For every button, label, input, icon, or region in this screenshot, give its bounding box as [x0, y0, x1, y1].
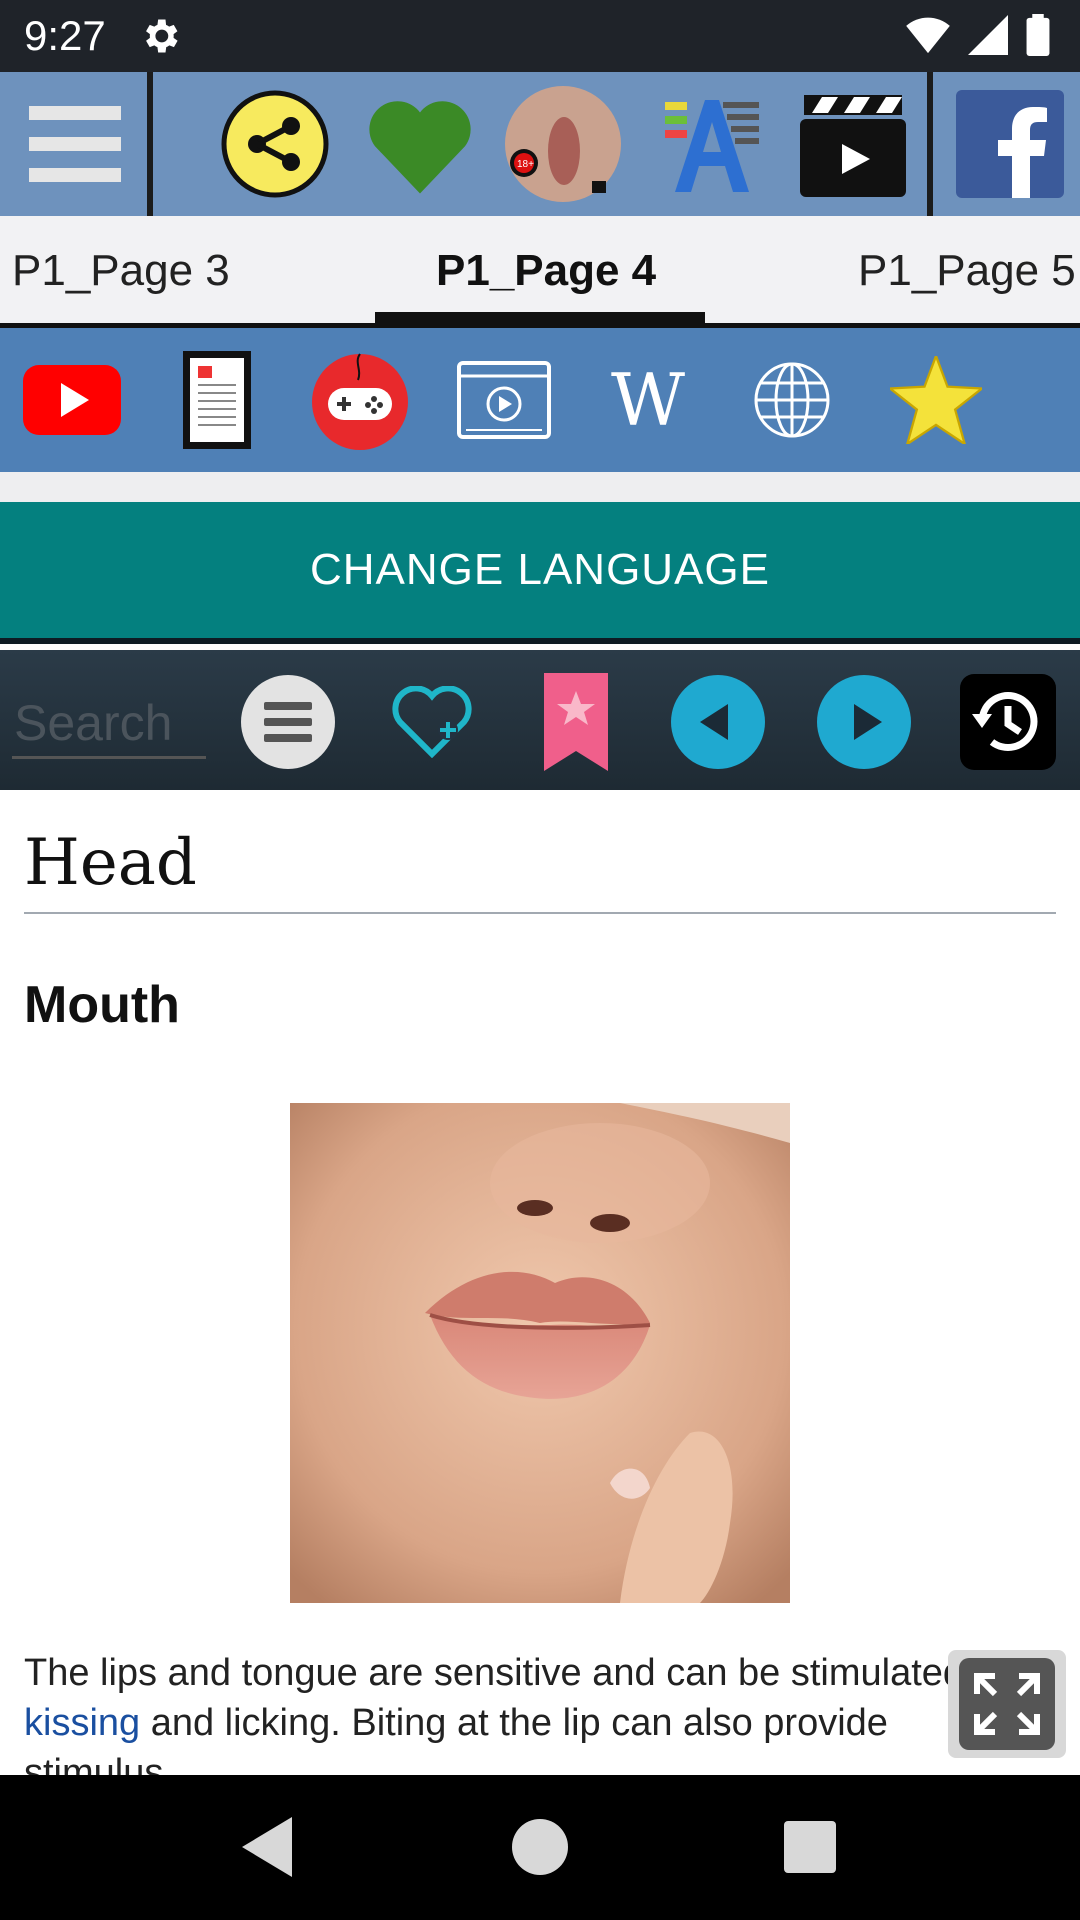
bookmark-button[interactable]: [528, 673, 624, 771]
fullscreen-button[interactable]: [948, 1650, 1066, 1758]
toolbar-divider: [927, 72, 933, 216]
video-player-icon: [457, 361, 551, 439]
menu-icon: [29, 106, 121, 182]
back-icon[interactable]: [232, 1811, 304, 1883]
apps-row: W: [0, 328, 1080, 472]
bookmark-icon: [544, 673, 608, 771]
paragraph-text: and licking. Biting at the lip can also …: [24, 1702, 888, 1775]
font-size-icon: [665, 100, 759, 192]
gamepad-icon: [312, 353, 408, 450]
page-tabs: P1_Page 3 P1_Page 4 P1_Page 5: [0, 216, 1080, 328]
tab-page-5[interactable]: P1_Page 5: [858, 246, 1076, 296]
arrow-right-icon: [817, 675, 911, 769]
tab-page-4[interactable]: P1_Page 4: [436, 246, 656, 296]
video-button[interactable]: [795, 72, 910, 216]
system-navigation-bar: [0, 1775, 1080, 1920]
favorites-star-button[interactable]: [884, 348, 988, 452]
tab-page-3[interactable]: P1_Page 3: [12, 246, 230, 296]
facebook-icon: [956, 90, 1064, 198]
toolbar-divider: [147, 72, 153, 216]
star-icon: [890, 356, 982, 444]
cell-signal-icon: [968, 15, 1008, 55]
wikipedia-icon: W: [610, 358, 685, 442]
video-clapper-icon: [799, 95, 906, 197]
menu-button[interactable]: [10, 72, 140, 216]
youtube-button[interactable]: [20, 348, 124, 452]
list-menu-button[interactable]: [240, 674, 336, 770]
page-title: Head: [24, 826, 197, 900]
youtube-icon: [23, 365, 121, 435]
history-button[interactable]: [960, 674, 1056, 770]
search-toolbar: [0, 650, 1080, 790]
heart-plus-icon: [392, 686, 472, 758]
history-icon: [960, 674, 1056, 770]
fullscreen-icon: [959, 1658, 1055, 1750]
ebook-icon: [183, 351, 251, 449]
globe-icon: [754, 362, 830, 438]
mouth-photo[interactable]: [290, 1103, 790, 1603]
battery-icon: [1026, 14, 1050, 56]
next-button[interactable]: [816, 674, 912, 770]
wifi-icon: [906, 17, 950, 54]
games-button[interactable]: [308, 348, 412, 452]
top-toolbar: 18+: [0, 72, 1080, 216]
share-button[interactable]: [215, 72, 335, 216]
wikipedia-button[interactable]: W: [596, 348, 700, 452]
recents-icon[interactable]: [774, 1811, 846, 1883]
search-input[interactable]: [12, 690, 206, 759]
change-language-button[interactable]: CHANGE LANGUAGE: [0, 502, 1080, 644]
spacer: [0, 472, 1080, 502]
settings-gear-icon: [146, 19, 178, 53]
favorite-button[interactable]: [360, 72, 480, 216]
home-icon[interactable]: [504, 1811, 576, 1883]
arrow-left-icon: [671, 675, 765, 769]
kissing-link[interactable]: kissing: [24, 1702, 140, 1744]
title-divider: [24, 912, 1056, 914]
active-tab-indicator: [375, 312, 705, 324]
share-icon: [221, 90, 329, 198]
previous-button[interactable]: [670, 674, 766, 770]
anatomy-thumbnail-button[interactable]: 18+: [503, 72, 623, 216]
ebook-button[interactable]: [165, 348, 269, 452]
heart-icon: [369, 101, 471, 194]
anatomy-thumbnail: 18+: [505, 86, 621, 202]
font-size-button[interactable]: [650, 72, 770, 216]
status-bar: 9:27: [0, 0, 1080, 72]
article-content: Head Mouth The lips and tongue are sensi…: [0, 790, 1080, 1775]
list-menu-icon: [241, 675, 335, 769]
clock: 9:27: [24, 12, 106, 59]
paragraph-text: The lips and tongue are sensitive and ca…: [24, 1652, 1015, 1694]
video-player-button[interactable]: [452, 348, 556, 452]
section-heading: Mouth: [24, 976, 180, 1034]
facebook-button[interactable]: [950, 72, 1070, 216]
web-button[interactable]: [740, 348, 844, 452]
add-favorite-button[interactable]: [384, 674, 480, 770]
svg-text:18+: 18+: [517, 159, 534, 170]
article-paragraph: The lips and tongue are sensitive and ca…: [24, 1648, 1044, 1775]
